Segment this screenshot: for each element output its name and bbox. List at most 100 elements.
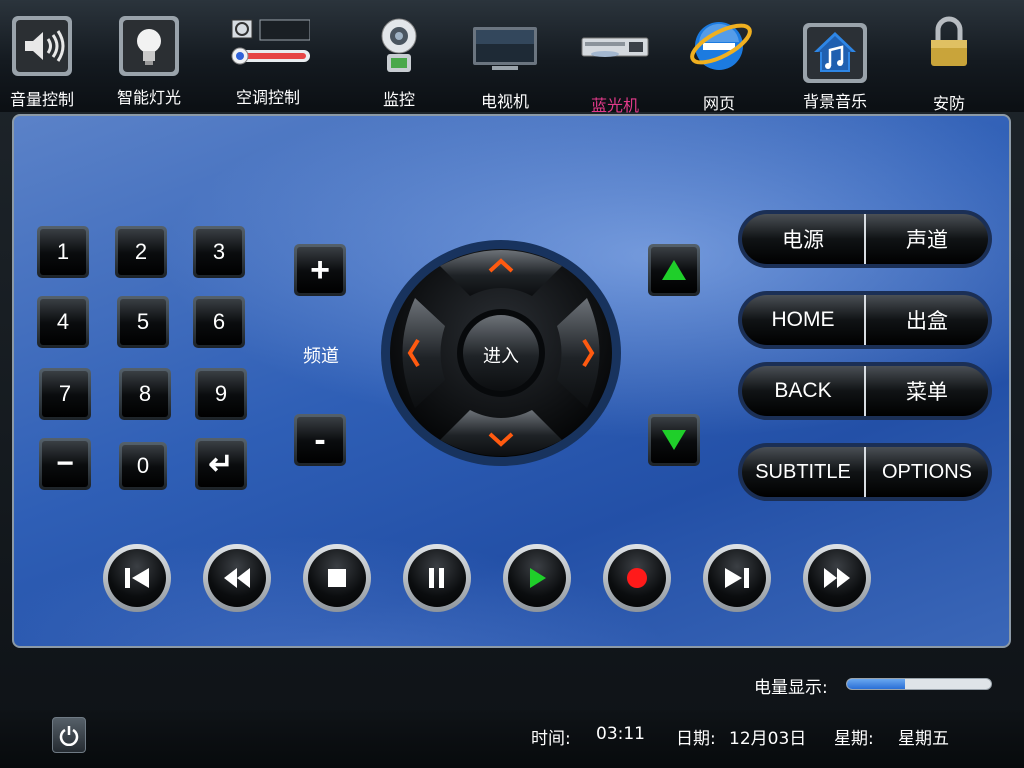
nav-label-tv: 电视机: [480, 92, 529, 111]
numpad-6-label: 6: [196, 299, 242, 345]
menu-button[interactable]: 菜单: [866, 366, 988, 416]
nav-label-volume: 音量控制: [9, 90, 74, 109]
pause-icon: [429, 568, 444, 588]
pill-home-eject: HOME 出盒: [738, 291, 992, 349]
power-icon: [59, 726, 79, 746]
fast-forward-icon: [824, 568, 850, 588]
music-house-icon: [803, 23, 867, 83]
battery-level-fill: [847, 679, 905, 689]
dpad-enter-button[interactable]: [457, 309, 545, 397]
record-button[interactable]: [603, 544, 671, 612]
battery-label: 电量显示:: [754, 678, 828, 698]
arrow-down-button[interactable]: [648, 414, 700, 466]
internet-explorer-icon: [690, 22, 752, 70]
numpad-8-label: 8: [122, 371, 168, 417]
remote-control-panel: 1 2 3 4 5 6 7 8 9 − 0 ↵ + 频道 - 进入 电源 声道 …: [12, 114, 1011, 648]
numpad-minus-label: −: [42, 441, 88, 487]
nav-item-tv[interactable]: 电视机: [470, 0, 540, 112]
minus-icon: -: [297, 417, 343, 463]
time-value: 03:11: [596, 724, 645, 744]
rewind-icon: [224, 568, 250, 588]
channel-down-button[interactable]: -: [294, 414, 346, 466]
lightbulb-icon: [119, 16, 179, 76]
numpad-6-button[interactable]: 6: [193, 296, 245, 348]
nav-label-aircon: 空调控制: [235, 88, 300, 107]
time-label: 时间:: [531, 729, 571, 749]
numpad-4-label: 4: [40, 299, 86, 345]
numpad-9-button[interactable]: 9: [195, 368, 247, 420]
nav-item-lights[interactable]: 智能灯光: [106, 0, 192, 112]
audio-channel-button[interactable]: 声道: [866, 214, 988, 264]
options-button[interactable]: OPTIONS: [866, 447, 988, 497]
nav-item-bluray[interactable]: 蓝光机: [580, 0, 650, 115]
home-button[interactable]: HOME: [742, 295, 864, 345]
numpad-0-label: 0: [122, 445, 164, 487]
air-conditioner-icon: [231, 19, 310, 65]
pause-button[interactable]: [403, 544, 471, 612]
numpad-2-button[interactable]: 2: [115, 226, 167, 278]
numpad-7-button[interactable]: 7: [39, 368, 91, 420]
nav-label-security: 安防: [932, 94, 965, 113]
record-icon: [627, 568, 647, 588]
numpad-1-button[interactable]: 1: [37, 226, 89, 278]
skip-next-button[interactable]: [703, 544, 771, 612]
power-off-button[interactable]: [52, 717, 86, 753]
numpad-4-button[interactable]: 4: [37, 296, 89, 348]
weekday-label: 星期:: [834, 729, 874, 749]
numpad-2-label: 2: [118, 229, 164, 275]
nav-item-security[interactable]: 安防: [920, 0, 978, 113]
eject-button[interactable]: 出盒: [866, 295, 988, 345]
nav-label-lights: 智能灯光: [116, 88, 181, 107]
arrow-up-button[interactable]: [648, 244, 700, 296]
rewind-button[interactable]: [203, 544, 271, 612]
stop-icon: [328, 569, 346, 587]
numpad-8-button[interactable]: 8: [119, 368, 171, 420]
numpad-minus-button[interactable]: −: [39, 438, 91, 490]
nav-item-web[interactable]: 网页: [684, 0, 754, 113]
nav-label-web: 网页: [702, 94, 735, 113]
subtitle-button[interactable]: SUBTITLE: [742, 447, 864, 497]
pill-power-channel: 电源 声道: [738, 210, 992, 268]
numpad-3-button[interactable]: 3: [193, 226, 245, 278]
triangle-down-icon: [651, 417, 697, 463]
nav-label-bluray: 蓝光机: [590, 96, 639, 115]
skip-previous-button[interactable]: [103, 544, 171, 612]
skip-next-icon: [725, 568, 749, 588]
numpad-5-label: 5: [120, 299, 166, 345]
nav-item-bgmusic[interactable]: 背景音乐: [796, 0, 874, 112]
pill-subtitle-options: SUBTITLE OPTIONS: [738, 443, 992, 501]
plus-icon: +: [297, 247, 343, 293]
nav-item-volume[interactable]: 音量控制: [0, 0, 84, 112]
pill-back-menu: BACK 菜单: [738, 362, 992, 420]
numpad-enter-button[interactable]: ↵: [195, 438, 247, 490]
play-icon: [530, 568, 546, 588]
numpad-0-button[interactable]: 0: [119, 442, 167, 490]
power-button[interactable]: 电源: [742, 214, 864, 264]
date-value: 12月03日: [729, 729, 807, 749]
padlock-icon: [931, 16, 967, 66]
channel-up-button[interactable]: +: [294, 244, 346, 296]
battery-level-bar: [846, 678, 992, 690]
tv-icon: [473, 27, 537, 70]
skip-previous-icon: [125, 568, 149, 588]
weekday-value: 星期五: [898, 729, 949, 749]
nav-item-monitoring[interactable]: 监控: [370, 0, 428, 112]
numpad-9-label: 9: [198, 371, 244, 417]
triangle-up-icon: [651, 247, 697, 293]
numpad-1-label: 1: [40, 229, 86, 275]
enter-icon: ↵: [198, 441, 244, 487]
top-nav-bar: 音量控制 智能灯光 空调控制 监控 电视机 蓝光机 网页 背景音乐 安防: [0, 0, 1024, 115]
nav-item-aircon[interactable]: 空调控制: [222, 0, 314, 112]
fast-forward-button[interactable]: [803, 544, 871, 612]
stop-button[interactable]: [303, 544, 371, 612]
numpad-5-button[interactable]: 5: [117, 296, 169, 348]
speaker-icon: [12, 16, 72, 76]
dpad: [381, 240, 621, 466]
back-button[interactable]: BACK: [742, 366, 864, 416]
date-label: 日期:: [676, 729, 716, 749]
nav-label-monitoring: 监控: [382, 90, 415, 109]
numpad-7-label: 7: [42, 371, 88, 417]
play-button[interactable]: [503, 544, 571, 612]
nav-label-bgmusic: 背景音乐: [802, 92, 867, 111]
webcam-icon: [381, 18, 417, 72]
